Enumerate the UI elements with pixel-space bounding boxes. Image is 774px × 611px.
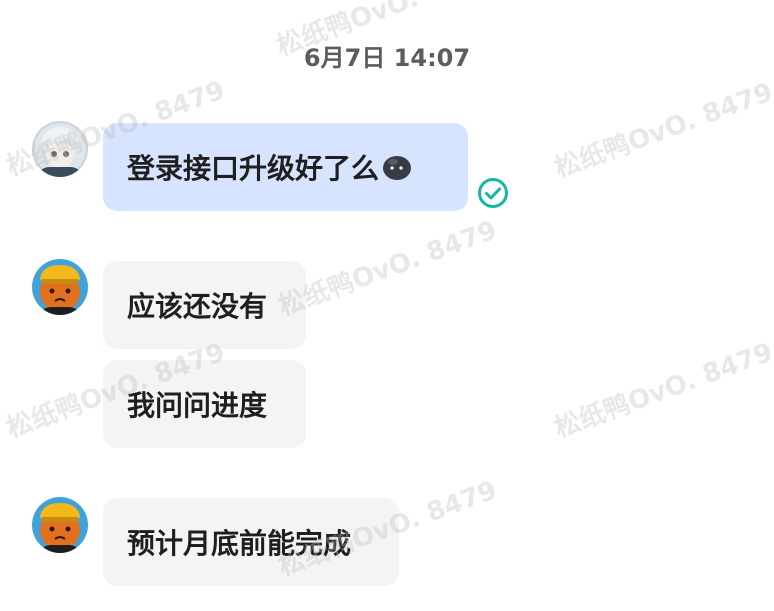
watermark: 松纸鸭OvO. 8479 xyxy=(550,337,774,445)
watermark: 松纸鸭OvO. 8479 xyxy=(550,77,774,185)
message-text: 应该还没有 xyxy=(127,290,268,323)
message-text: 我问问进度 xyxy=(127,389,268,422)
watermark: 松纸鸭OvO. 8479 xyxy=(274,215,501,323)
contact-avatar[interactable] xyxy=(32,259,88,315)
message-bubble-other[interactable]: 应该还没有 xyxy=(103,261,306,349)
blob-emoji-icon xyxy=(383,156,412,180)
message-text: 预计月底前能完成 xyxy=(127,527,352,560)
contact-avatar[interactable] xyxy=(32,497,88,553)
message-bubble-self[interactable]: 登录接口升级好了么 xyxy=(103,123,468,211)
message-bubble-other[interactable]: 我问问进度 xyxy=(103,360,306,448)
cartoon-avatar-icon xyxy=(32,259,88,315)
message-bubble-other[interactable]: 预计月底前能完成 xyxy=(103,498,399,586)
read-check-icon xyxy=(478,178,508,208)
self-avatar[interactable] xyxy=(32,121,88,177)
cartoon-avatar-icon xyxy=(32,497,88,553)
message-text: 登录接口升级好了么 xyxy=(127,152,380,185)
message-timestamp: 6月7日 14:07 xyxy=(303,44,471,72)
anime-avatar-icon xyxy=(32,121,88,177)
